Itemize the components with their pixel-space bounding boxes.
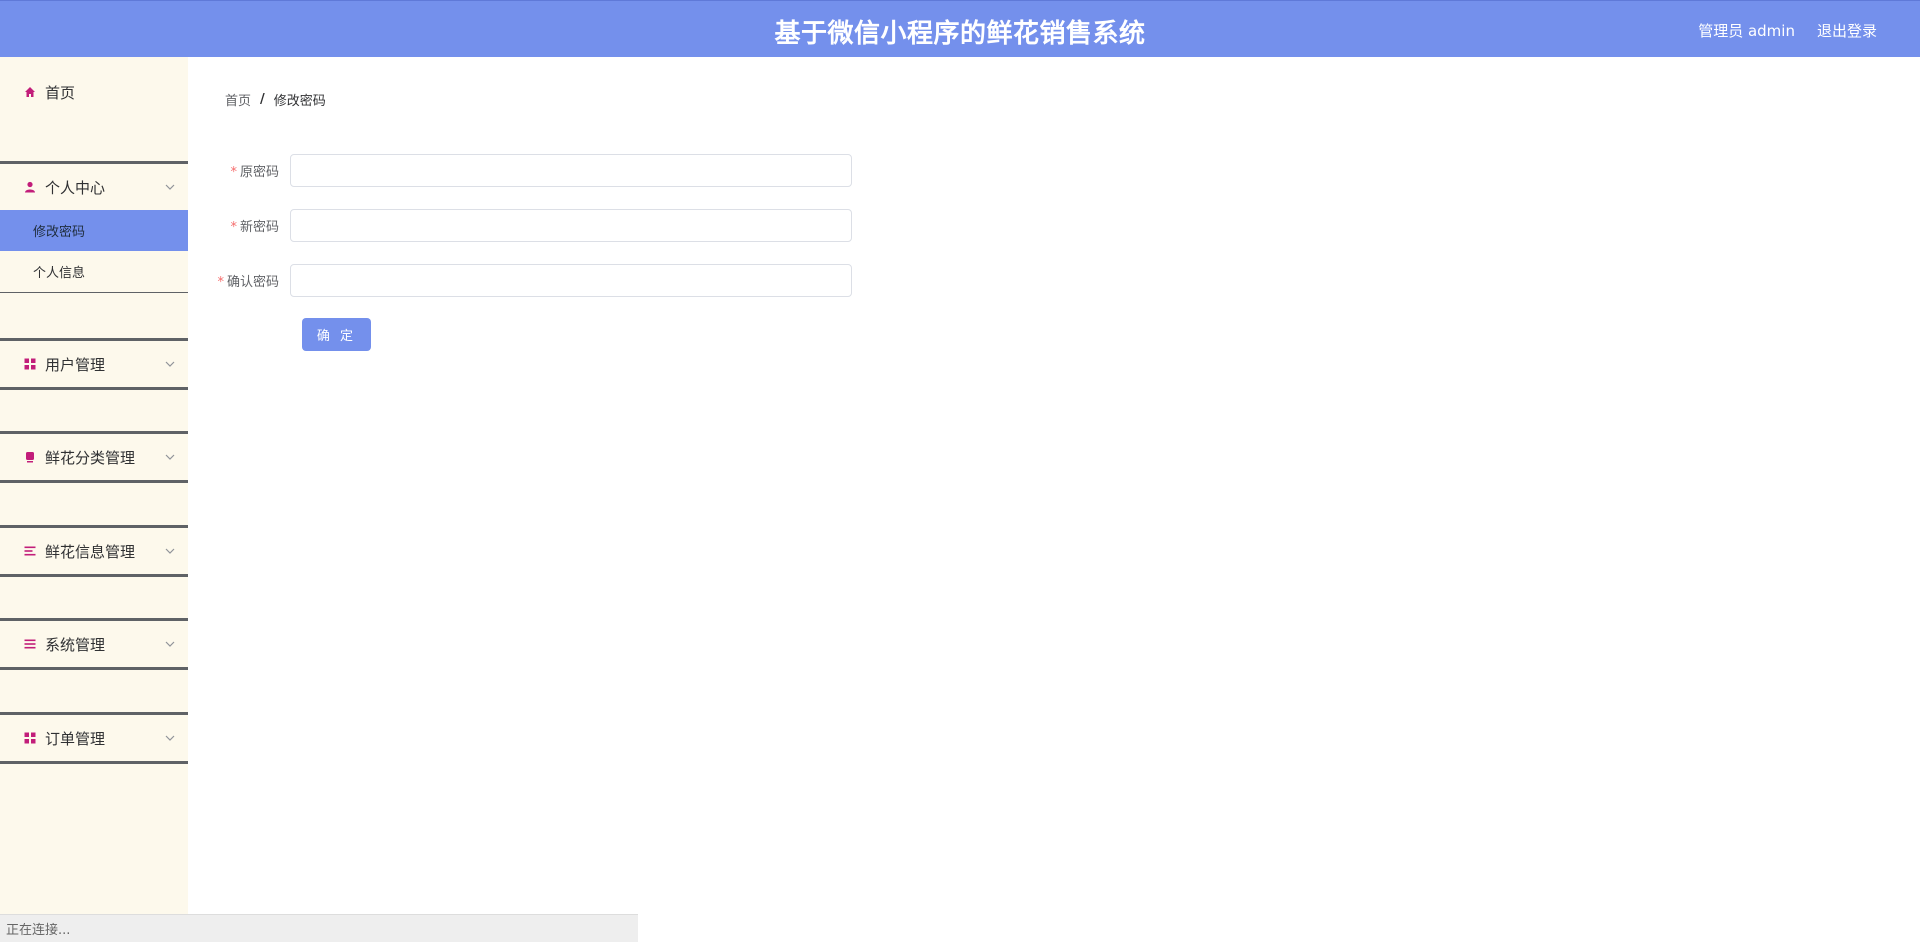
grid-icon bbox=[23, 358, 36, 371]
sidebar: 首页 个人中心 修改密码 个人信息 用户管理 鲜花分类管理 鲜花信息管理 系统管… bbox=[0, 57, 188, 942]
sidebar-item-change-password[interactable]: 修改密码 bbox=[0, 210, 188, 251]
user-icon bbox=[23, 181, 36, 194]
chevron-down-icon bbox=[164, 181, 176, 193]
chevron-down-icon bbox=[164, 638, 176, 650]
form-label-new-password: * 新密码 bbox=[180, 216, 290, 235]
required-mark: * bbox=[230, 164, 237, 180]
required-mark: * bbox=[217, 274, 224, 290]
old-password-input[interactable] bbox=[290, 153, 852, 187]
sidebar-group-system: 系统管理 bbox=[0, 618, 188, 670]
sidebar-group-head-flower-category[interactable]: 鲜花分类管理 bbox=[0, 434, 188, 480]
sidebar-item-home[interactable]: 首页 bbox=[0, 57, 188, 127]
sidebar-group-label: 系统管理 bbox=[45, 635, 106, 654]
sidebar-group-label: 用户管理 bbox=[45, 355, 106, 374]
sidebar-item-label: 首页 bbox=[45, 83, 76, 102]
sidebar-group-label: 鲜花分类管理 bbox=[45, 448, 136, 467]
user-area: 管理员 admin 退出登录 bbox=[1698, 20, 1877, 41]
list-icon bbox=[23, 638, 36, 651]
list-icon bbox=[23, 545, 36, 558]
breadcrumb-current: 修改密码 bbox=[273, 94, 326, 109]
sidebar-group-flower-category: 鲜花分类管理 bbox=[0, 431, 188, 483]
form-row-new-password: * 新密码 bbox=[180, 208, 880, 242]
confirm-button[interactable]: 确 定 bbox=[302, 318, 371, 351]
new-password-input[interactable] bbox=[290, 208, 852, 242]
sidebar-group-head-flower-info[interactable]: 鲜花信息管理 bbox=[0, 528, 188, 574]
sidebar-group-head-personal[interactable]: 个人中心 bbox=[0, 164, 188, 210]
sidebar-group-users: 用户管理 bbox=[0, 338, 188, 390]
chevron-down-icon bbox=[164, 358, 176, 370]
breadcrumb-separator: / bbox=[260, 92, 265, 107]
form-label-old-password: * 原密码 bbox=[180, 161, 290, 180]
grid-icon bbox=[23, 732, 36, 745]
status-text: 正在连接... bbox=[6, 923, 71, 938]
confirm-password-input[interactable] bbox=[290, 263, 852, 297]
breadcrumb: 首页 / 修改密码 bbox=[225, 90, 326, 109]
form-label-confirm-password: * 确认密码 bbox=[180, 271, 290, 290]
logout-link[interactable]: 退出登录 bbox=[1817, 20, 1877, 41]
current-user: 管理员 admin bbox=[1698, 22, 1795, 40]
sidebar-group-head-system[interactable]: 系统管理 bbox=[0, 621, 188, 667]
chevron-down-icon bbox=[164, 545, 176, 557]
sidebar-group-label: 个人中心 bbox=[45, 178, 106, 197]
sidebar-group-label: 鲜花信息管理 bbox=[45, 542, 136, 561]
label-text: 新密码 bbox=[239, 219, 279, 235]
form-row-confirm-password: * 确认密码 bbox=[180, 263, 880, 297]
sidebar-group-flower-info: 鲜花信息管理 bbox=[0, 525, 188, 577]
chevron-down-icon bbox=[164, 732, 176, 744]
label-text: 确认密码 bbox=[226, 274, 279, 290]
app-title: 基于微信小程序的鲜花销售系统 bbox=[774, 19, 1146, 49]
label-text: 原密码 bbox=[239, 164, 279, 180]
chevron-down-icon bbox=[164, 451, 176, 463]
form-row-old-password: * 原密码 bbox=[180, 153, 880, 187]
sidebar-group-label: 订单管理 bbox=[45, 729, 106, 748]
sidebar-group-personal: 个人中心 修改密码 个人信息 bbox=[0, 161, 188, 293]
folder-icon bbox=[23, 451, 36, 464]
sidebar-item-profile[interactable]: 个人信息 bbox=[0, 251, 188, 292]
home-icon bbox=[23, 86, 36, 99]
sidebar-group-head-users[interactable]: 用户管理 bbox=[0, 341, 188, 387]
sidebar-group-head-orders[interactable]: 订单管理 bbox=[0, 715, 188, 761]
required-mark: * bbox=[230, 219, 237, 235]
top-bar: 基于微信小程序的鲜花销售系统 管理员 admin 退出登录 bbox=[0, 0, 1920, 57]
sidebar-group-orders: 订单管理 bbox=[0, 712, 188, 764]
browser-status-bar: 正在连接... bbox=[0, 914, 638, 942]
breadcrumb-home[interactable]: 首页 bbox=[225, 90, 251, 109]
